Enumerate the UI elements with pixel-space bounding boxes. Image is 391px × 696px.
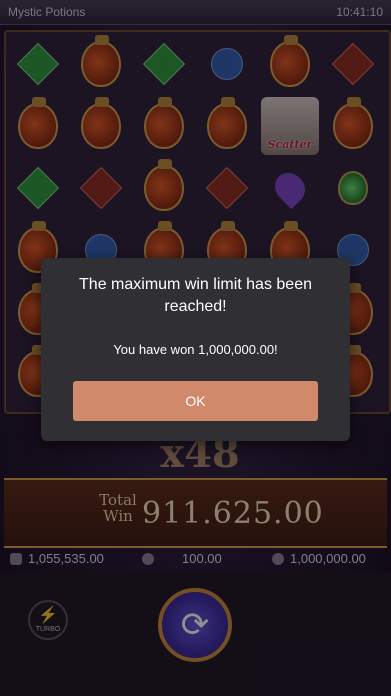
dialog-won-text: You have won 1,000,000.00!: [113, 342, 278, 357]
dialog-message: The maximum win limit has been reached!: [79, 276, 312, 315]
ok-button[interactable]: OK: [73, 381, 318, 421]
max-win-dialog: The maximum win limit has been reached! …: [41, 258, 350, 441]
